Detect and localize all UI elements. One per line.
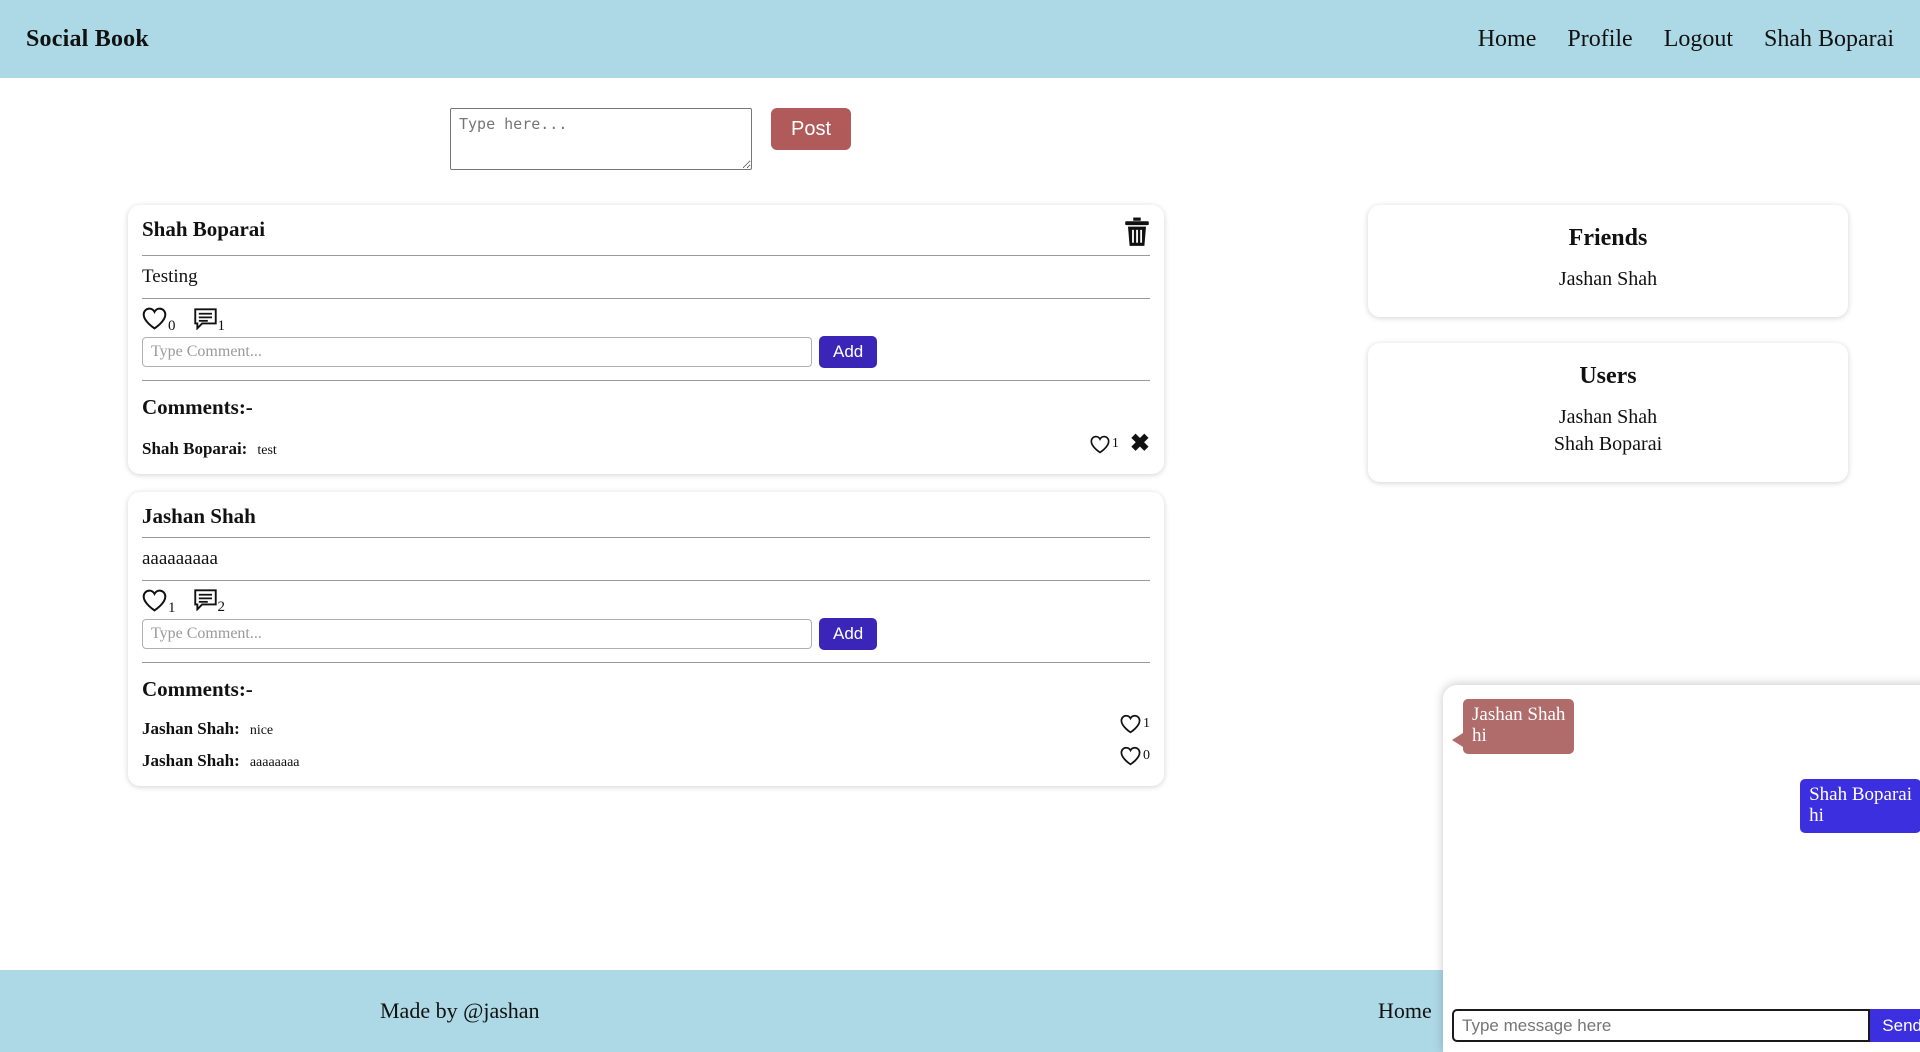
top-navbar: Social Book Home Profile Logout Shah Bop… — [0, 0, 1920, 78]
heart-icon — [1120, 714, 1141, 733]
nav-link-profile[interactable]: Profile — [1567, 26, 1632, 53]
comment-like-button[interactable]: 1 — [1120, 714, 1150, 734]
chat-input-bar: Send — [1443, 1002, 1920, 1052]
chat-row-outgoing: Shah Boparai hi — [1455, 778, 1920, 834]
users-card: Users Jashan Shah Shah Boparai — [1368, 343, 1848, 482]
comment-item: Jashan Shah: aaaaaaaa 0 — [142, 744, 1150, 776]
comment-like-count: 1 — [1143, 715, 1150, 731]
post-comment-button[interactable]: 1 — [193, 307, 225, 333]
comment-text: test — [257, 442, 277, 458]
post-author: Jashan Shah — [142, 503, 256, 528]
post-meta: 1 2 — [142, 581, 1150, 618]
friends-title: Friends — [1568, 225, 1648, 251]
add-comment-button[interactable]: Add — [819, 336, 878, 368]
comment-like-count: 1 — [1111, 436, 1119, 451]
chat-message-input[interactable] — [1452, 1009, 1871, 1042]
comments-heading: Comments:- — [142, 676, 253, 701]
comment-input[interactable] — [142, 337, 812, 367]
friends-card: Friends Jashan Shah — [1368, 205, 1848, 317]
heart-icon — [142, 589, 167, 612]
post-textarea[interactable] — [450, 108, 752, 170]
comment-text: aaaaaaaa — [249, 754, 300, 770]
chat-bubble-incoming: Jashan Shah hi — [1451, 699, 1575, 754]
nav-link-home[interactable]: Home — [1478, 26, 1537, 53]
footer-home-link[interactable]: Home — [1378, 998, 1432, 1024]
post-button[interactable]: Post — [771, 108, 852, 150]
chat-bubble-outgoing: Shah Boparai hi — [1800, 778, 1920, 834]
post-like-button[interactable]: 1 — [142, 589, 176, 615]
comment-author: Jashan Shah: — [142, 750, 240, 770]
friend-list-item[interactable]: Jashan Shah — [1378, 266, 1838, 293]
brand-logo[interactable]: Social Book — [26, 26, 149, 53]
comment-input-row: Add — [142, 617, 1150, 663]
post-meta: 0 1 — [142, 299, 1150, 336]
comment-icon — [193, 307, 217, 330]
chat-bubble-text: hi — [1472, 725, 1487, 747]
post-header: Shah Boparai — [142, 217, 1150, 256]
heart-icon — [1120, 746, 1141, 765]
post-text: Testing — [142, 256, 1150, 299]
comment-author: Shah Boparai: — [142, 438, 248, 458]
nav-link-logout[interactable]: Logout — [1664, 26, 1733, 53]
user-list-item[interactable]: Jashan Shah — [1378, 404, 1838, 431]
post-comment-count: 1 — [217, 317, 226, 334]
comment-item: Shah Boparai: test 1 ✖ — [142, 430, 1150, 464]
nav-links: Home Profile Logout Shah Boparai — [1478, 26, 1894, 53]
post-like-count: 0 — [168, 318, 176, 334]
post-composer: Post — [450, 108, 852, 170]
users-title: Users — [1579, 363, 1637, 389]
post-author: Shah Boparai — [142, 217, 266, 241]
comment-input-row: Add — [142, 336, 1150, 381]
comment-like-button[interactable]: 1 — [1090, 435, 1119, 454]
app-root: Social Book Home Profile Logout Shah Bop… — [0, 0, 1920, 1052]
post-like-button[interactable]: 0 — [142, 307, 176, 334]
comments-heading: Comments:- — [142, 395, 253, 419]
post-like-count: 1 — [168, 599, 176, 616]
nav-link-username[interactable]: Shah Boparai — [1764, 26, 1894, 53]
heart-icon — [1090, 435, 1110, 453]
delete-post-icon[interactable] — [1124, 217, 1150, 247]
right-sidebar: Friends Jashan Shah Users Jashan Shah Sh… — [1368, 205, 1848, 508]
chat-message-log: Jashan Shah hi Shah Boparai hi — [1443, 685, 1920, 985]
add-comment-button[interactable]: Add — [819, 617, 878, 650]
chat-bubble-sender: Shah Boparai — [1809, 783, 1912, 805]
comment-text: nice — [249, 722, 274, 738]
comment-input[interactable] — [142, 618, 812, 649]
chat-bubble-sender: Jashan Shah — [1472, 704, 1566, 725]
post-card: Jashan Shah aaaaaaaaa 1 2 Type Comment..… — [128, 491, 1164, 786]
user-list-item[interactable]: Shah Boparai — [1378, 431, 1838, 458]
comment-like-count: 0 — [1143, 747, 1150, 763]
chat-bubble-text: hi — [1809, 804, 1824, 826]
post-comment-button[interactable]: 2 — [193, 589, 225, 615]
comment-icon — [193, 589, 217, 611]
comment-like-button[interactable]: 0 — [1120, 746, 1150, 766]
post-card: Shah Boparai Testing 0 1 Type Comment...… — [128, 205, 1164, 474]
chat-widget: Jashan Shah hi Shah Boparai hi Send — [1443, 685, 1920, 1052]
post-feed: Shah Boparai Testing 0 1 Type Comment...… — [128, 205, 1164, 804]
delete-comment-icon[interactable]: ✖ — [1130, 432, 1150, 456]
send-message-button[interactable]: Send — [1870, 1009, 1920, 1042]
post-header: Jashan Shah — [142, 504, 1150, 538]
comment-author: Jashan Shah: — [142, 718, 240, 738]
comment-actions: 0 — [1120, 746, 1150, 766]
chat-row-incoming: Jashan Shah hi — [1451, 699, 1920, 754]
post-comment-count: 2 — [217, 599, 226, 615]
comment-actions: 1 ✖ — [1090, 432, 1150, 456]
comment-item: Jashan Shah: nice 1 — [142, 712, 1150, 744]
post-text: aaaaaaaaa — [142, 538, 1150, 581]
heart-icon — [142, 307, 167, 330]
footer-credit: Made by @jashan — [380, 998, 540, 1023]
comment-actions: 1 — [1120, 714, 1150, 734]
